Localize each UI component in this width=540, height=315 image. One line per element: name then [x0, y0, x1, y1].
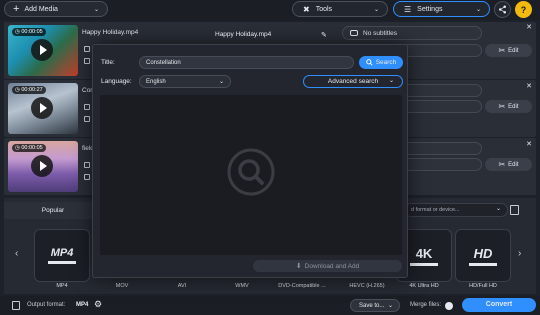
grid-icon [84, 58, 90, 64]
language-dropdown[interactable]: English ⌄ [139, 75, 231, 88]
file-icon [84, 46, 90, 52]
share-icon [498, 5, 507, 14]
add-media-button[interactable]: + Add Media ⌄ [4, 1, 108, 17]
output-format-value: MP4 [76, 302, 89, 308]
duration-badge: ◷ 00:00:27 [12, 86, 46, 94]
output-format-icon [12, 301, 20, 310]
search-icon [365, 59, 373, 66]
menu-icon: ☰ [404, 4, 412, 14]
tools-label: Tools [315, 5, 333, 13]
grid-icon [84, 116, 90, 122]
play-icon[interactable] [31, 155, 53, 177]
grid-icon [84, 174, 90, 180]
chevron-down-icon: ⌄ [218, 79, 224, 85]
merge-files-label: Merge files: [410, 302, 442, 308]
scissors-icon: ✂ [498, 102, 506, 111]
scissors-icon: ✂ [498, 46, 506, 55]
duration-badge: ◷ 00:00:05 [12, 144, 46, 152]
hd-badge: HD [473, 245, 493, 261]
format-card-hd[interactable]: HD [455, 229, 511, 282]
title-input[interactable]: Constellation [139, 56, 354, 69]
chevron-down-icon: ⌄ [387, 303, 393, 309]
help-button[interactable]: ? [515, 1, 532, 18]
file-name: Happy Holiday.mp4 [82, 29, 139, 36]
4k-badge: 4K [415, 245, 433, 261]
edit-button[interactable]: ✂ Edit [485, 44, 532, 57]
file-info-icons [84, 162, 92, 186]
tab-popular[interactable]: Popular [4, 202, 102, 219]
subtitles-label: No subtitles [363, 30, 397, 37]
device-settings-icon[interactable] [510, 205, 519, 215]
scroll-right-icon[interactable]: › [518, 248, 521, 259]
pencil-icon[interactable]: ✎ [321, 31, 327, 39]
video-strip-icon [410, 262, 438, 266]
scissors-icon: ✂ [498, 160, 506, 169]
chevron-down-icon: ⌄ [93, 6, 99, 13]
advanced-search-toggle[interactable]: Advanced search ⌄ [303, 75, 403, 88]
format-search-input[interactable]: d format or device... ⌄ [404, 203, 508, 217]
video-strip-icon [48, 261, 76, 264]
file-info-icons [84, 104, 92, 128]
gear-icon[interactable]: ⚙ [94, 299, 102, 310]
chevron-down-icon: ⌄ [475, 6, 481, 13]
save-to-dropdown[interactable]: Save to... ⌄ [350, 299, 400, 312]
subtitles-dropdown[interactable]: No subtitles [342, 26, 482, 40]
file-icon [84, 104, 90, 110]
plus-icon: + [13, 2, 20, 15]
search-placeholder-icon [227, 148, 275, 196]
merge-files-toggle[interactable] [445, 302, 453, 310]
chevron-down-icon: ⌄ [495, 206, 501, 212]
convert-button[interactable]: Convert [462, 298, 536, 312]
dialog-file-name: Happy Holiday.mp4 [215, 31, 272, 38]
double-chevron-icon: ⌄ [388, 78, 394, 84]
settings-button[interactable]: ☰ Settings ⌄ [393, 1, 490, 17]
help-icon: ? [520, 4, 527, 15]
output-format-label: Output format: [27, 302, 66, 308]
search-button[interactable]: Search [359, 56, 403, 69]
tools-button[interactable]: ✖ Tools ⌄ [292, 1, 388, 17]
search-results-area [100, 95, 402, 255]
tools-icon: ✖ [303, 4, 310, 14]
title-label: Title: [101, 59, 115, 66]
edit-button[interactable]: ✂ Edit [485, 100, 532, 113]
play-icon[interactable] [31, 97, 53, 119]
download-and-add-button[interactable]: ⬇ Download and Add [253, 260, 402, 272]
settings-label: Settings [417, 5, 443, 13]
subtitle-search-dialog: Happy Holiday.mp4 ✎ Title: Constellation… [92, 31, 408, 278]
play-icon[interactable] [31, 39, 53, 61]
subtitles-icon [350, 30, 358, 36]
close-icon[interactable]: ✕ [526, 82, 532, 90]
duration-badge: ◷ 00:00:05 [12, 28, 46, 36]
scroll-left-icon[interactable]: ‹ [15, 248, 18, 259]
share-button[interactable] [494, 1, 511, 18]
video-thumbnail[interactable]: ◷ 00:00:27 [8, 83, 78, 134]
download-icon: ⬇ [295, 263, 302, 270]
chevron-down-icon: ⌄ [373, 6, 379, 13]
add-media-label: Add Media [24, 5, 58, 13]
top-toolbar: + Add Media ⌄ ✖ Tools ⌄ ☰ Settings ⌄ ? [0, 0, 540, 20]
close-icon[interactable]: ✕ [526, 23, 532, 31]
video-thumbnail[interactable]: ◷ 00:00:05 [8, 25, 78, 76]
mp4-badge: MP4 [50, 247, 74, 259]
video-thumbnail[interactable]: ◷ 00:00:05 [8, 141, 78, 192]
language-label: Language: [101, 78, 132, 85]
file-info-icons [84, 46, 92, 70]
format-label: HD/Full HD [469, 283, 497, 289]
format-card-mp4[interactable]: MP4 [34, 229, 90, 282]
close-icon[interactable]: ✕ [526, 140, 532, 148]
video-strip-icon [469, 262, 497, 266]
edit-button[interactable]: ✂ Edit [485, 158, 532, 171]
file-icon [84, 162, 90, 168]
status-bar: Output format: MP4 ⚙ Save to... ⌄ Merge … [0, 296, 540, 315]
